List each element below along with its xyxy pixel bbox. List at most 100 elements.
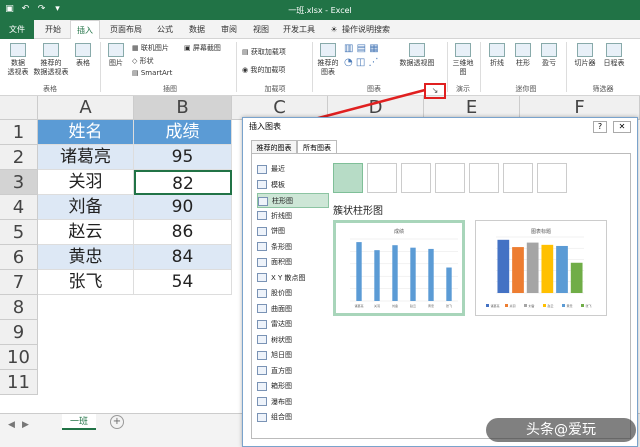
- 3d-map-button[interactable]: 三维地 图: [450, 43, 476, 77]
- sheet-nav-prev-icon[interactable]: ◀: [8, 420, 15, 430]
- subtype-100-stacked-column[interactable]: [401, 163, 431, 193]
- close-button[interactable]: ✕: [613, 121, 631, 133]
- tab-review[interactable]: 审阅: [214, 20, 244, 39]
- tab-home[interactable]: 开始: [38, 20, 68, 39]
- cell-a6[interactable]: 黄忠: [38, 245, 134, 270]
- chart-type-combo[interactable]: 组合图: [257, 410, 329, 425]
- chart-type-recent[interactable]: 最近: [257, 162, 329, 177]
- cell-b7[interactable]: 54: [134, 270, 232, 295]
- chart-preview-1[interactable]: 成绩 诸葛亮 关羽 刘备 赵云 黄忠 张飞: [333, 220, 465, 316]
- sheet-tab-1[interactable]: 一班: [62, 414, 96, 430]
- cell-b2[interactable]: 95: [134, 145, 232, 170]
- chart-type-stock[interactable]: 股价图: [257, 286, 329, 301]
- shapes-button[interactable]: ◇ 形状: [132, 56, 154, 66]
- group-label-illustrations: 插图: [163, 85, 177, 93]
- tab-recommended-charts[interactable]: 推荐的图表: [251, 140, 297, 154]
- cell-b5[interactable]: 86: [134, 220, 232, 245]
- subtype-3d-stacked-column[interactable]: [469, 163, 499, 193]
- chart-type-histogram[interactable]: 直方图: [257, 364, 329, 379]
- subtype-clustered-column[interactable]: [333, 163, 363, 193]
- recommended-charts-icon: [320, 43, 336, 57]
- tab-formulas[interactable]: 公式: [150, 20, 180, 39]
- subtype-stacked-column[interactable]: [367, 163, 397, 193]
- tab-file[interactable]: 文件: [0, 20, 34, 39]
- screenshot-button[interactable]: ▣ 屏幕截图: [184, 43, 221, 53]
- cell-a4[interactable]: 刘备: [38, 195, 134, 220]
- my-addins-button[interactable]: ◉ 我的加载项: [242, 65, 285, 75]
- tab-view[interactable]: 视图: [246, 20, 276, 39]
- tab-page-layout[interactable]: 页面布局: [104, 20, 148, 39]
- slicer-button[interactable]: 切片器: [572, 43, 598, 68]
- smartart-button[interactable]: ▤ SmartArt: [132, 69, 172, 77]
- pivotchart-button[interactable]: 数据透视图: [396, 43, 438, 68]
- sparkline-winloss-button[interactable]: 盈亏: [538, 43, 560, 68]
- group-label-sparklines: 迷你图: [515, 85, 537, 93]
- row-header-3[interactable]: 3: [0, 170, 38, 195]
- chart-type-line[interactable]: 折线图: [257, 209, 329, 224]
- sparkline-line-button[interactable]: 折线: [486, 43, 508, 68]
- subtype-3d-100-stacked-column[interactable]: [503, 163, 533, 193]
- chart-type-treemap[interactable]: 树状图: [257, 333, 329, 348]
- picture-button[interactable]: 图片: [104, 43, 128, 68]
- chart-preview-2[interactable]: 图表标题 诸葛亮 关羽 刘备 赵云 黄忠 张飞: [475, 220, 607, 316]
- line-chart-dropdown[interactable]: ◔ ◫ ⋰: [344, 57, 379, 68]
- chart-type-xy-scatter[interactable]: X Y 散点图: [257, 271, 329, 286]
- subtype-3d-clustered-column[interactable]: [435, 163, 465, 193]
- online-pictures-button[interactable]: ▦ 联机图片: [132, 43, 169, 53]
- chart-type-waterfall[interactable]: 瀑布图: [257, 395, 329, 410]
- add-sheet-icon[interactable]: +: [110, 415, 124, 429]
- recommended-charts-button[interactable]: 推荐的 图表: [315, 43, 341, 77]
- cell-a1[interactable]: 姓名: [38, 120, 134, 145]
- column-chart-dropdown[interactable]: ▥ ▤ ▦: [344, 43, 379, 54]
- chart-type-pie[interactable]: 饼图: [257, 224, 329, 239]
- cell-a2[interactable]: 诸葛亮: [38, 145, 134, 170]
- cell-a5[interactable]: 赵云: [38, 220, 134, 245]
- subtype-3d-column[interactable]: [537, 163, 567, 193]
- timeline-button[interactable]: 日程表: [600, 43, 628, 68]
- column-header-a[interactable]: A: [38, 96, 134, 120]
- recent-chart-icon: [257, 164, 267, 174]
- chart-type-sunburst[interactable]: 旭日图: [257, 348, 329, 363]
- row-header-6[interactable]: 6: [0, 245, 38, 270]
- row-header-5[interactable]: 5: [0, 220, 38, 245]
- chart-type-area[interactable]: 面积图: [257, 255, 329, 270]
- column-header-b[interactable]: B: [134, 96, 232, 120]
- chart-type-radar[interactable]: 雷达图: [257, 317, 329, 332]
- cell-b6[interactable]: 84: [134, 245, 232, 270]
- stock-chart-icon: [257, 288, 267, 298]
- cell-a3[interactable]: 关羽: [38, 170, 134, 195]
- chart-type-box-whisker[interactable]: 箱形图: [257, 379, 329, 394]
- tell-me-search[interactable]: 操作说明搜索: [342, 20, 396, 39]
- recommended-pivot-button[interactable]: 推荐的 数据透视表: [32, 43, 70, 77]
- cell-a7[interactable]: 张飞: [38, 270, 134, 295]
- box-whisker-chart-icon: [257, 381, 267, 391]
- row-header-2[interactable]: 2: [0, 145, 38, 170]
- pivot-table-button[interactable]: 数据 透视表: [4, 43, 32, 77]
- tab-all-charts[interactable]: 所有图表: [297, 140, 337, 154]
- chart-type-column[interactable]: 柱形图: [257, 193, 329, 208]
- chart-type-bar[interactable]: 条形图: [257, 240, 329, 255]
- cell-b4[interactable]: 90: [134, 195, 232, 220]
- table-button[interactable]: 表格: [72, 43, 94, 68]
- row-header-9[interactable]: 9: [0, 320, 38, 345]
- tab-insert[interactable]: 插入: [70, 20, 100, 39]
- sparkline-column-button[interactable]: 柱形: [512, 43, 534, 68]
- help-button[interactable]: ?: [593, 121, 607, 133]
- chart-type-surface[interactable]: 曲面图: [257, 302, 329, 317]
- sheet-nav-next-icon[interactable]: ▶: [22, 420, 29, 430]
- row-header-8[interactable]: 8: [0, 295, 38, 320]
- row-header-4[interactable]: 4: [0, 195, 38, 220]
- tab-data[interactable]: 数据: [182, 20, 212, 39]
- row-header-10[interactable]: 10: [0, 345, 38, 370]
- subtype-title: 簇状柱形图: [333, 206, 383, 217]
- row-header-11[interactable]: 11: [0, 370, 38, 395]
- chart-type-templates[interactable]: 模板: [257, 178, 329, 193]
- cell-b1[interactable]: 成绩: [134, 120, 232, 145]
- preview-2-title: 图表标题: [531, 228, 551, 235]
- tab-developer[interactable]: 开发工具: [278, 20, 320, 39]
- row-header-1[interactable]: 1: [0, 120, 38, 145]
- select-all-corner[interactable]: [0, 96, 38, 120]
- row-header-7[interactable]: 7: [0, 270, 38, 295]
- get-addins-button[interactable]: ▤ 获取加载项: [242, 47, 286, 57]
- cell-b3-selected[interactable]: 82: [134, 170, 232, 195]
